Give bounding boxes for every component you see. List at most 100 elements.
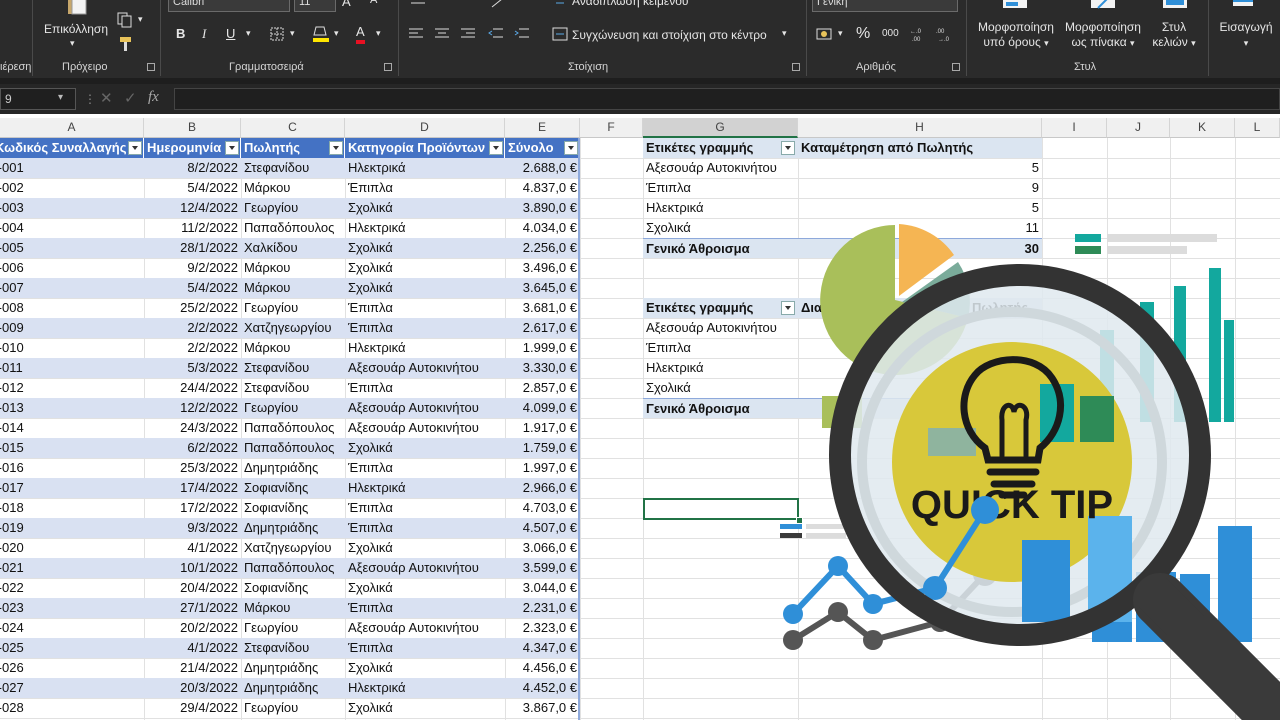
table-cell[interactable]: 2/2/2022 (144, 338, 241, 358)
table-cell[interactable]: 9/3/2022 (144, 518, 241, 538)
table-cell[interactable]: Ηλεκτρικά (345, 678, 505, 698)
pivot2-total-label[interactable]: Γενικό Άθροισμα (643, 398, 798, 418)
table-cell[interactable]: Ηλεκτρικά (345, 338, 505, 358)
table-cell[interactable]: 3.496,0 € (505, 258, 580, 278)
pivot2-row-label[interactable]: Σχολικά (643, 378, 798, 398)
table-cell[interactable]: 17/4/2022 (144, 478, 241, 498)
table-cell[interactable]: 12/4/2022 (144, 198, 241, 218)
table-cell[interactable]: 2.617,0 € (505, 318, 580, 338)
table-cell[interactable]: 2.256,0 € (505, 238, 580, 258)
pivot1-value-header[interactable]: Καταμέτρηση από Πωλητής (798, 138, 1042, 158)
table-cell[interactable]: Γεωργίου (241, 618, 345, 638)
table-cell[interactable]: Σχολικά (345, 438, 505, 458)
table-cell[interactable]: 1.759,0 € (505, 438, 580, 458)
table-cell[interactable]: Α-003 (0, 198, 144, 218)
table-cell[interactable]: Σοφιανίδης (241, 498, 345, 518)
font-size-select[interactable]: 11 (294, 0, 336, 12)
table-cell[interactable]: Στεφανίδου (241, 638, 345, 658)
merge-center-button[interactable]: Συγχώνευση και στοίχιση στο κέντρο (572, 28, 767, 42)
cell-styles-icon[interactable] (1162, 0, 1188, 15)
name-box[interactable]: 9 (0, 88, 76, 110)
column-header-b[interactable]: B (144, 118, 241, 138)
table-cell[interactable]: Παπαδόπουλος (241, 418, 345, 438)
table-cell[interactable]: Α-006 (0, 258, 144, 278)
table-cell[interactable]: 9/2/2022 (144, 258, 241, 278)
table-cell[interactable]: Γεωργίου (241, 698, 345, 718)
table-cell[interactable]: 2.688,0 € (505, 158, 580, 178)
table-cell[interactable]: 5/4/2022 (144, 178, 241, 198)
table-cell[interactable]: Δημητριάδης (241, 678, 345, 698)
table-cell[interactable]: 3.066,0 € (505, 538, 580, 558)
table-cell[interactable]: 4.507,0 € (505, 518, 580, 538)
pivot1-row-value[interactable]: 5 (798, 198, 1042, 218)
table-cell[interactable]: Σχολικά (345, 258, 505, 278)
table-cell[interactable]: Έπιπλα (345, 518, 505, 538)
table-cell[interactable]: 21/4/2022 (144, 658, 241, 678)
copy-icon[interactable] (116, 12, 134, 33)
table-cell[interactable]: Σχολικά (345, 578, 505, 598)
table-header-cell[interactable]: Κατηγορία Προϊόντων (345, 138, 505, 158)
column-header-a[interactable]: A (0, 118, 144, 138)
pivot1-row-header[interactable]: Ετικέτες γραμμής (643, 138, 798, 158)
table-cell[interactable]: 5/3/2022 (144, 358, 241, 378)
orientation-icon[interactable] (490, 0, 506, 14)
table-cell[interactable]: Α-021 (0, 558, 144, 578)
table-cell[interactable]: Α-019 (0, 518, 144, 538)
table-cell[interactable]: 6/2/2022 (144, 438, 241, 458)
table-cell[interactable]: 27/1/2022 (144, 598, 241, 618)
pivot1-total-label[interactable]: Γενικό Άθροισμα (643, 238, 798, 258)
table-cell[interactable]: 17/2/2022 (144, 498, 241, 518)
percent-button[interactable]: % (856, 25, 870, 43)
pivot1-row-value[interactable]: 9 (798, 178, 1042, 198)
table-cell[interactable]: Σχολικά (345, 198, 505, 218)
table-cell[interactable]: Παπαδόπουλος (241, 558, 345, 578)
filter-dropdown-icon[interactable] (128, 141, 142, 155)
table-cell[interactable]: 5/4/2022 (144, 278, 241, 298)
copy-dropdown-icon[interactable]: ▾ (138, 14, 143, 25)
decrease-indent-icon[interactable] (488, 27, 504, 46)
table-cell[interactable]: Αξεσουάρ Αυτοκινήτου (345, 358, 505, 378)
table-cell[interactable]: Έπιπλα (345, 378, 505, 398)
table-cell[interactable]: 3.599,0 € (505, 558, 580, 578)
borders-icon[interactable] (270, 27, 284, 46)
table-cell[interactable]: Χαλκίδου (241, 238, 345, 258)
table-cell[interactable]: Μάρκου (241, 598, 345, 618)
column-header-g[interactable]: G (643, 118, 798, 138)
table-cell[interactable]: 1.917,0 € (505, 418, 580, 438)
table-cell[interactable]: 3.681,0 € (505, 298, 580, 318)
table-cell[interactable]: Γεωργίου (241, 398, 345, 418)
table-cell[interactable]: Έπιπλα (345, 318, 505, 338)
pivot1-row-value[interactable]: 5 (798, 158, 1042, 178)
column-header-i[interactable]: I (1042, 118, 1107, 138)
table-cell[interactable]: Α-023 (0, 598, 144, 618)
table-cell[interactable]: Αξεσουάρ Αυτοκινήτου (345, 398, 505, 418)
increase-font-icon[interactable]: A (342, 0, 351, 9)
table-cell[interactable]: Α-026 (0, 658, 144, 678)
number-format-select[interactable]: Γενική (812, 0, 958, 12)
table-cell[interactable]: Μάρκου (241, 338, 345, 358)
font-name-select[interactable]: Calibri (168, 0, 290, 12)
table-cell[interactable]: Σχολικά (345, 278, 505, 298)
pivot2-row-header[interactable]: Ετικέτες γραμμής (643, 298, 798, 318)
table-cell[interactable]: Έπιπλα (345, 498, 505, 518)
conditional-formatting-icon[interactable] (1002, 0, 1028, 15)
table-header-cell[interactable]: Κωδικός Συναλλαγής (0, 138, 144, 158)
pivot1-row-label[interactable]: Έπιπλα (643, 178, 798, 198)
fill-color-icon[interactable] (312, 24, 330, 49)
table-cell[interactable]: Δημητριάδης (241, 458, 345, 478)
table-cell[interactable]: 3.867,0 € (505, 698, 580, 718)
filter-dropdown-icon[interactable] (329, 141, 343, 155)
align-right-icon[interactable] (460, 27, 476, 46)
table-cell[interactable]: 10/1/2022 (144, 558, 241, 578)
table-cell[interactable]: Α-010 (0, 338, 144, 358)
number-launcher-icon[interactable] (952, 63, 960, 71)
table-cell[interactable]: 3.330,0 € (505, 358, 580, 378)
top-align-icon[interactable] (410, 0, 426, 14)
insert-cells-icon[interactable] (1232, 0, 1254, 13)
pivot2-row-label[interactable]: Έπιπλα (643, 338, 798, 358)
accounting-format-icon[interactable] (816, 27, 834, 46)
table-cell[interactable]: Α-009 (0, 318, 144, 338)
table-cell[interactable]: Γεωργίου (241, 198, 345, 218)
table-cell[interactable]: Στεφανίδου (241, 378, 345, 398)
table-cell[interactable]: Α-002 (0, 178, 144, 198)
